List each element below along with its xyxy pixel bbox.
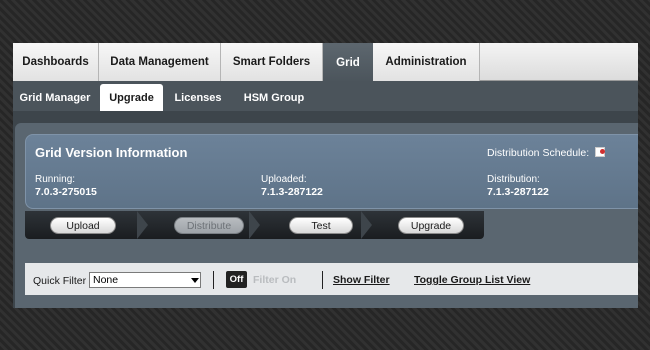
subtab-label: HSM Group: [243, 91, 305, 104]
quick-filter-value: None: [93, 274, 119, 286]
tab-smart-folders[interactable]: Smart Folders: [221, 43, 323, 81]
tab-administration[interactable]: Administration: [373, 43, 480, 81]
filter-toggle-button[interactable]: Off: [226, 271, 247, 288]
tab-label: Administration: [385, 56, 467, 68]
workflow-step-separator: [137, 211, 148, 239]
subtab-hsm-group[interactable]: HSM Group: [233, 84, 315, 111]
tab-dashboards[interactable]: Dashboards: [13, 43, 99, 81]
calendar-icon[interactable]: [595, 147, 605, 157]
toggle-group-list-view-link[interactable]: Toggle Group List View: [414, 274, 530, 286]
sub-tab-bar: Grid Manager Upgrade Licenses HSM Group: [13, 81, 638, 111]
distribution-value: 7.1.3-287122: [487, 186, 549, 198]
subtab-label: Upgrade: [109, 91, 154, 104]
tab-data-management[interactable]: Data Management: [99, 43, 221, 81]
subtab-upgrade[interactable]: Upgrade: [100, 84, 163, 111]
workflow-step-separator: [249, 211, 260, 239]
distribute-button-label: Distribute: [186, 219, 232, 232]
upload-button[interactable]: Upload: [50, 217, 116, 234]
upload-button-label: Upload: [66, 219, 100, 232]
uploaded-label: Uploaded:: [261, 174, 307, 185]
subtab-label: Licenses: [174, 91, 222, 104]
subtab-grid-manager[interactable]: Grid Manager: [15, 84, 95, 111]
divider: [213, 271, 214, 289]
tab-label: Grid: [336, 57, 360, 69]
uploaded-value: 7.1.3-287122: [261, 186, 323, 198]
quick-filter-label: Quick Filter: [33, 275, 87, 287]
distribution-schedule-label: Distribution Schedule:: [487, 147, 590, 159]
distribution-label: Distribution:: [487, 174, 540, 185]
chevron-down-icon: [191, 278, 199, 283]
running-value: 7.0.3-275015: [35, 186, 97, 198]
distribute-button[interactable]: Distribute: [174, 217, 244, 234]
upgrade-button-label: Upgrade: [410, 219, 452, 232]
filter-on-label: Filter On: [253, 274, 297, 286]
show-filter-link[interactable]: Show Filter: [333, 274, 390, 286]
test-button[interactable]: Test: [289, 217, 353, 234]
tab-label: Dashboards: [22, 56, 89, 68]
test-button-label: Test: [311, 219, 331, 232]
subtab-label: Grid Manager: [19, 91, 91, 104]
divider: [322, 271, 323, 289]
app-frame: Dashboards Data Management Smart Folders…: [13, 43, 638, 308]
tab-label: Data Management: [110, 56, 209, 68]
filter-toggle-label: Off: [229, 274, 244, 285]
workflow-step-separator: [361, 211, 372, 239]
upgrade-button[interactable]: Upgrade: [398, 217, 464, 234]
version-info-title: Grid Version Information: [35, 145, 188, 160]
running-label: Running:: [35, 174, 76, 185]
subtab-licenses[interactable]: Licenses: [168, 84, 228, 111]
quick-filter-select[interactable]: None: [89, 272, 201, 288]
tab-label: Smart Folders: [232, 56, 311, 68]
tab-grid[interactable]: Grid: [323, 43, 373, 83]
top-tab-bar: Dashboards Data Management Smart Folders…: [13, 43, 638, 83]
